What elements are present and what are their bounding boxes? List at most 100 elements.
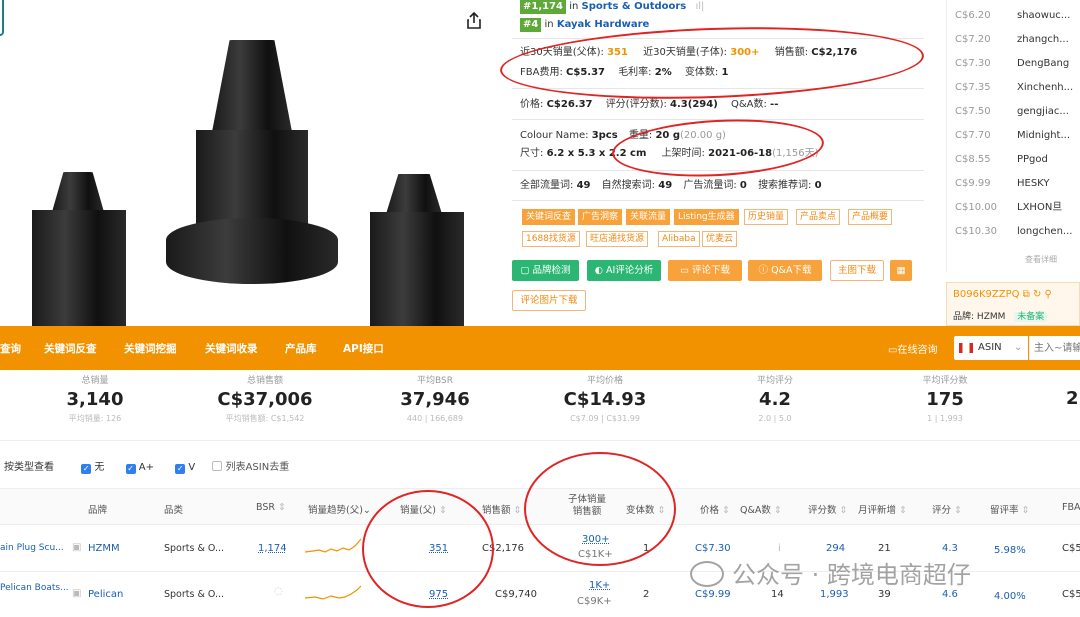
qa-download-button[interactable]: ⓘ Q&A下载 xyxy=(748,260,822,281)
tag-wdt[interactable]: 旺店通找货源 xyxy=(586,231,649,247)
tag-alibaba[interactable]: Alibaba xyxy=(658,231,700,247)
row2-category: Sports & O... xyxy=(164,589,225,600)
filter-aplus[interactable]: ✓ A+ xyxy=(125,462,154,474)
col-category[interactable]: 品类 xyxy=(164,502,183,516)
tag-keyword-reverse[interactable]: 关键词反查 xyxy=(522,209,576,225)
col-brand[interactable]: 品牌 xyxy=(88,502,107,516)
row1-brand[interactable]: HZMM xyxy=(88,543,120,554)
asin-brand-label: 品牌: xyxy=(953,312,975,322)
seller-name: longchen... xyxy=(1017,226,1073,237)
rank-category-2[interactable]: Kayak Hardware xyxy=(557,19,650,30)
peg-right-cone xyxy=(386,174,442,214)
col-sales-label: 销量(父) xyxy=(400,505,436,516)
row1-bsr[interactable]: 1,174 xyxy=(258,543,287,554)
brand-check-button[interactable]: ▢ 品牌检测 xyxy=(512,260,579,281)
nav-item-keyword-mining[interactable]: 关键词挖掘 xyxy=(124,341,177,356)
row1-price[interactable]: C$7.30 xyxy=(695,543,731,554)
peg-right-body xyxy=(370,212,464,326)
copy-icon[interactable]: ⧉ ↻ ⚲ xyxy=(1023,289,1052,300)
seller-row[interactable]: C$7.30 DengBang xyxy=(947,52,1080,76)
search-input[interactable] xyxy=(1030,336,1080,360)
col-fba[interactable]: FBA xyxy=(1062,502,1080,513)
rank-category-1[interactable]: Sports & Outdoors xyxy=(582,1,687,12)
row1-child-sales[interactable]: 300+ xyxy=(582,534,609,545)
tag-youmaiyun[interactable]: 优麦云 xyxy=(702,231,738,247)
review-download-button[interactable]: ▭ 评论下载 xyxy=(668,260,742,281)
filter-dedupe[interactable]: 列表ASIN去重 xyxy=(212,461,289,473)
main-image-download-button[interactable]: 主图下载 xyxy=(830,260,884,281)
review-image-download-button[interactable]: 评论图片下载 xyxy=(512,290,586,311)
row1-trend-sparkline[interactable] xyxy=(305,536,361,556)
row2-brand[interactable]: Pelican xyxy=(88,589,123,600)
ai-review-button[interactable]: ◐ AI评论分析 xyxy=(587,260,661,281)
row2-price[interactable]: C$9.99 xyxy=(695,589,731,600)
col-variants[interactable]: 变体数 ⇕ xyxy=(626,502,666,516)
stat-label: 平均评分数 xyxy=(922,376,968,386)
product-image[interactable] xyxy=(0,0,500,326)
filter-none[interactable]: ✓ 无 xyxy=(81,462,104,474)
row2-reviews[interactable]: 1,993 xyxy=(820,589,849,600)
col-revenue[interactable]: 销售额 ⇕ xyxy=(482,502,522,516)
nav-item-keyword-reverse[interactable]: 关键词反查 xyxy=(44,341,97,356)
seller-row[interactable]: C$8.55 PPgod xyxy=(947,148,1080,172)
weight-extra: (20.00 g) xyxy=(680,130,726,141)
seller-price: C$7.30 xyxy=(955,58,991,69)
tag-product-summary[interactable]: 产品概要 xyxy=(848,209,893,225)
seller-row[interactable]: C$9.99 HESKY xyxy=(947,172,1080,196)
tag-ad-insight[interactable]: 广告洞察 xyxy=(578,209,623,225)
col-sales[interactable]: 销量(父) ⇕ xyxy=(400,502,447,516)
online-consult-link[interactable]: ▭在线咨询 xyxy=(888,341,937,356)
col-price[interactable]: 价格 ⇕ xyxy=(700,502,730,516)
col-rating[interactable]: 评分 ⇕ xyxy=(932,502,962,516)
col-trend[interactable]: 销量趋势(父)⌄ xyxy=(308,502,371,516)
filter-v[interactable]: ✓ V xyxy=(175,462,195,474)
sales30-label: 近30天销量(父体): xyxy=(520,47,604,58)
bar-chart-icon[interactable]: ıl| xyxy=(695,1,704,12)
tag-listing-generator[interactable]: Listing生成器 xyxy=(674,209,739,225)
row2-child-sales[interactable]: 1K+ xyxy=(589,580,610,591)
col-qa[interactable]: Q&A数 ⇕ xyxy=(740,502,782,516)
tag-history-sales[interactable]: 历史销量 xyxy=(744,209,789,225)
seller-row[interactable]: C$7.50 gengjiac... xyxy=(947,100,1080,124)
col-child-sales[interactable]: 子体销量 销售额 xyxy=(568,494,606,518)
row2-sales[interactable]: 975 xyxy=(429,589,448,600)
row1-sales[interactable]: 351 xyxy=(429,543,448,554)
row2-trend-sparkline[interactable] xyxy=(305,582,361,602)
row1-reviews[interactable]: 294 xyxy=(826,543,845,554)
col-new-reviews[interactable]: 月评新增 ⇕ xyxy=(858,502,907,516)
seller-price: C$7.70 xyxy=(955,130,991,141)
seller-name: DengBang xyxy=(1017,58,1070,69)
seller-row[interactable]: C$7.20 zhangch... xyxy=(947,28,1080,52)
asin-brand-value[interactable]: HZMM xyxy=(977,312,1005,322)
nav-item-api[interactable]: API接口 xyxy=(343,341,384,356)
nav-item-keyword-index[interactable]: 关键词收录 xyxy=(205,341,258,356)
tag-1688[interactable]: 1688找货源 xyxy=(522,231,580,247)
traffic-value: 49 xyxy=(576,180,591,191)
seller-row[interactable]: C$6.20 shaowuc... xyxy=(947,4,1080,28)
nav-item-query[interactable]: 查询 xyxy=(0,341,21,356)
tag-related-traffic[interactable]: 关联流量 xyxy=(626,209,671,225)
asin-brand-line: 品牌: HZMM 未备案 xyxy=(953,309,1048,322)
rank-in: in xyxy=(541,19,557,30)
stat-avg-bsr: 平均BSR 37,946 440 | 166,689 xyxy=(360,374,510,426)
row2-title[interactable]: Pelican Boats... xyxy=(0,583,69,593)
tag-selling-points[interactable]: 产品卖点 xyxy=(796,209,841,225)
calculator-icon[interactable]: ▦ xyxy=(890,260,912,281)
left-edge-frame xyxy=(0,0,4,36)
row1-title[interactable]: ain Plug Scu... xyxy=(0,543,64,553)
seller-row[interactable]: C$10.00 LXHON旦 xyxy=(947,196,1080,220)
share-icon[interactable] xyxy=(466,12,482,30)
stat-label: 总销售额 xyxy=(246,376,283,386)
seller-row[interactable]: C$10.30 longchen... xyxy=(947,220,1080,244)
nav-item-product-db[interactable]: 产品库 xyxy=(285,341,317,356)
asin-value[interactable]: B096K9ZZPQ xyxy=(953,289,1019,300)
col-retention[interactable]: 留评率 ⇕ xyxy=(990,502,1030,516)
market-select[interactable]: ASIN ⌄ xyxy=(954,336,1028,360)
seller-more-link[interactable]: 查看详细 xyxy=(1025,254,1057,265)
col-bsr[interactable]: BSR ⇕ xyxy=(256,502,286,513)
rank-in: in xyxy=(566,1,582,12)
seller-row[interactable]: C$7.70 Midnight... xyxy=(947,124,1080,148)
seller-row[interactable]: C$7.35 Xinchenh... xyxy=(947,76,1080,100)
seller-name: LXHON旦 xyxy=(1017,202,1063,213)
col-reviews[interactable]: 评分数 ⇕ xyxy=(808,502,848,516)
